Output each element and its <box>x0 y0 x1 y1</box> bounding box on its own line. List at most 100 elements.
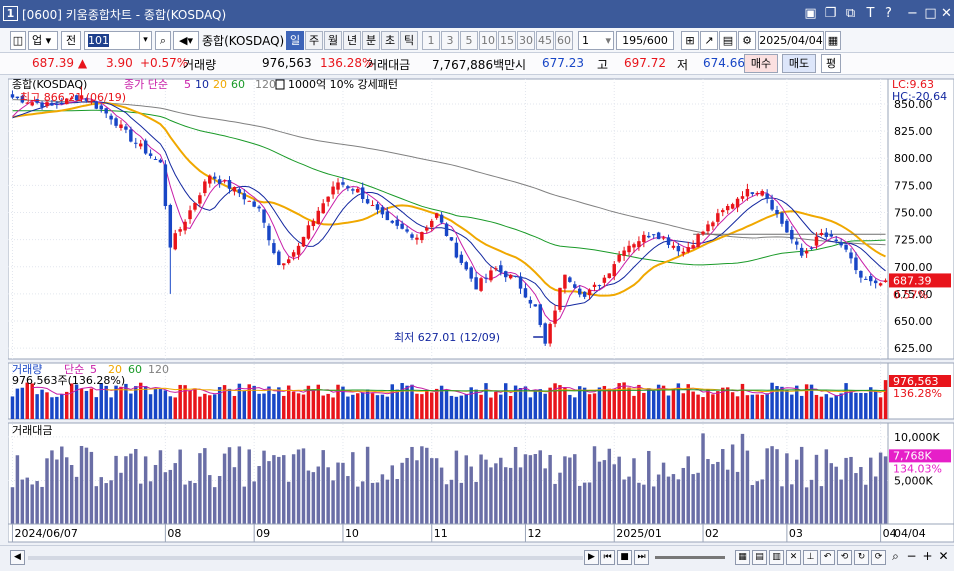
code-input[interactable]: 101 <box>84 31 140 50</box>
volume-bar-150 <box>750 394 755 419</box>
screen-number-icon[interactable]: 1 <box>3 6 18 21</box>
layout-icon[interactable]: ◫ <box>10 31 26 50</box>
period-tab-2[interactable]: 월 <box>324 31 342 50</box>
interval-button-10[interactable]: 10 <box>479 31 497 50</box>
x-label-7: 02 <box>705 527 719 540</box>
play-icon[interactable]: ⏭ <box>634 550 649 565</box>
save-icon[interactable]: ▤ <box>719 31 737 50</box>
interval-button-3[interactable]: 3 <box>441 31 459 50</box>
search-icon[interactable]: ⌕ <box>155 31 171 50</box>
volume-bar-53 <box>272 393 276 419</box>
interval-button-1[interactable]: 1 <box>422 31 440 50</box>
date-input[interactable]: 2025/04/04 <box>758 31 824 50</box>
volume-bar-147 <box>735 396 740 419</box>
amount-bar-94 <box>474 481 478 524</box>
interval-button-60[interactable]: 60 <box>555 31 573 50</box>
volume-bar-32 <box>168 396 173 419</box>
scroll-left-icon[interactable]: ◀ <box>10 550 25 565</box>
period-tab-3[interactable]: 년 <box>343 31 361 50</box>
volume-bar-71 <box>360 392 365 419</box>
interval-button-5[interactable]: 5 <box>460 31 478 50</box>
speaker-icon[interactable]: ◀▾ <box>173 31 199 50</box>
period-tab-0[interactable]: 일 <box>286 31 304 50</box>
expand-icon[interactable]: ✕ <box>936 550 951 565</box>
amount-bar-70 <box>356 486 360 524</box>
draw-icon[interactable]: ↗ <box>700 31 718 50</box>
amount-bar-7 <box>45 458 49 524</box>
first-page-icon[interactable]: ⏮ <box>600 550 615 565</box>
stop-icon[interactable]: ■ <box>617 550 632 565</box>
candle-93 <box>469 267 473 279</box>
scroll-right-icon[interactable]: ▶ <box>584 550 599 565</box>
amount-bar-115 <box>577 485 582 524</box>
zoom-out-icon[interactable]: − <box>904 550 919 565</box>
current-price-label: 687.39 <box>893 274 932 287</box>
zoom-slider[interactable] <box>655 556 725 559</box>
average-button[interactable]: 평 <box>821 54 841 73</box>
scroll-track[interactable] <box>28 556 583 560</box>
code-dropdown-icon[interactable]: ▾ <box>139 31 152 50</box>
interval-button-45[interactable]: 45 <box>536 31 554 50</box>
unit-select[interactable]: 1 ▾ <box>578 31 614 50</box>
period-tab-4[interactable]: 분 <box>362 31 380 50</box>
buy-button[interactable]: 매수 <box>744 54 778 73</box>
amount-bar-156 <box>780 486 784 524</box>
screen-lock-icon[interactable]: ⧉ <box>842 5 859 22</box>
compare-icon[interactable]: ⊞ <box>681 31 699 50</box>
amount-bar-75 <box>380 474 385 524</box>
volume-bar-72 <box>365 389 370 419</box>
measure-icon[interactable]: ⊥ <box>803 550 818 565</box>
maximize-button[interactable]: □ <box>922 5 939 22</box>
chart-area[interactable]: 850.00 825.00 800.00 775.00 750.00 725.00 700.… <box>8 77 954 547</box>
help-icon[interactable]: ? <box>880 5 897 22</box>
minimize-button[interactable]: − <box>904 5 921 22</box>
volume-bar-75 <box>380 394 385 419</box>
reload-icon[interactable]: ⟳ <box>871 550 886 565</box>
volume-bar-31 <box>163 390 168 419</box>
period-tab-1[interactable]: 주 <box>305 31 323 50</box>
text-icon[interactable]: T <box>862 5 879 22</box>
candle-170 <box>849 252 853 259</box>
amount-bar-116 <box>582 482 587 524</box>
amount-bar-69 <box>351 452 355 524</box>
zoom-search-icon[interactable]: ⌕ <box>888 550 903 565</box>
period-tab-6[interactable]: 틱 <box>400 31 418 50</box>
amount-bar-111 <box>558 472 562 524</box>
copy-icon[interactable]: ❐ <box>822 5 839 22</box>
amount-bar-17 <box>94 486 99 524</box>
market-select[interactable]: 업 ▾ <box>28 31 58 50</box>
volume-bar-145 <box>725 387 730 419</box>
scope-select[interactable]: 전 <box>61 31 81 50</box>
sell-button[interactable]: 매도 <box>782 54 816 73</box>
volume-bar-18 <box>99 383 103 419</box>
link-icon[interactable]: ▣ <box>802 5 819 22</box>
amount-bar-13 <box>74 476 79 524</box>
close-button[interactable]: ✕ <box>938 5 954 22</box>
period-tab-5[interactable]: 초 <box>381 31 399 50</box>
candle-73 <box>370 205 375 207</box>
calendar-icon[interactable]: ▦ <box>825 31 841 50</box>
interval-button-30[interactable]: 30 <box>517 31 535 50</box>
crosshair-icon[interactable]: ✕ <box>786 550 801 565</box>
count-input[interactable]: 195/600 <box>616 31 674 50</box>
refresh-icon[interactable]: ↻ <box>854 550 869 565</box>
panel-icon[interactable]: ▥ <box>769 550 784 565</box>
interval-button-15[interactable]: 15 <box>498 31 516 50</box>
candle-82 <box>415 237 419 240</box>
candle-91 <box>459 254 464 263</box>
volume-bar-41 <box>212 394 217 419</box>
zoom-in-icon[interactable]: + <box>920 550 935 565</box>
volume-bar-89 <box>449 395 454 419</box>
volume-bar-171 <box>854 392 858 419</box>
amount-bar-162 <box>809 479 814 524</box>
candle-156 <box>780 212 784 224</box>
grid2-icon[interactable]: ▤ <box>752 550 767 565</box>
undo-icon[interactable]: ↶ <box>820 550 835 565</box>
grid-icon[interactable]: ▦ <box>735 550 750 565</box>
volume-bar-77 <box>390 384 395 419</box>
open-value: 677.23 <box>542 56 584 70</box>
amount-bar-40 <box>208 475 212 524</box>
settings-gear-icon[interactable]: ⚙ <box>738 31 756 50</box>
chart-canvas[interactable]: 850.00825.00800.00775.00750.00725.00700.… <box>8 77 954 545</box>
reset-icon[interactable]: ⟲ <box>837 550 852 565</box>
